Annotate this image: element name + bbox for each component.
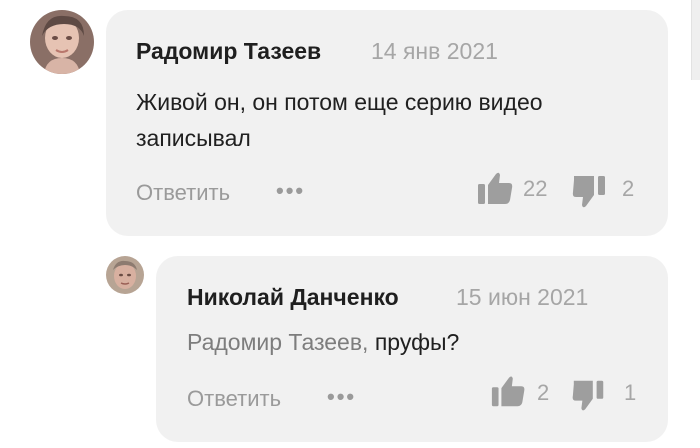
- comment-author[interactable]: Радомир Тазеев: [136, 38, 321, 65]
- more-icon[interactable]: •••: [327, 384, 356, 410]
- reply-button[interactable]: Ответить: [187, 386, 281, 412]
- comment-text-line: записывал: [136, 125, 251, 151]
- dislike-count: 2: [622, 176, 635, 201]
- comment-author[interactable]: Николай Данченко: [187, 284, 399, 311]
- comment-text: Живой он, он потом еще серию видео запис…: [136, 84, 543, 156]
- thumbs-up-icon[interactable]: [490, 372, 528, 410]
- reply-button[interactable]: Ответить: [136, 180, 230, 206]
- mention-link[interactable]: Радомир Тазеев,: [187, 329, 368, 355]
- more-icon[interactable]: •••: [276, 178, 305, 204]
- thumbs-down-icon[interactable]: [570, 375, 608, 413]
- avatar[interactable]: [30, 10, 94, 74]
- comment-date: 14 янв 2021: [371, 38, 498, 64]
- thumbs-up-icon[interactable]: [476, 168, 516, 208]
- dislike-count: 1: [624, 380, 637, 405]
- comment-date: 15 июн 2021: [456, 284, 589, 310]
- comment-text: Радомир Тазеев, пруфы?: [187, 324, 459, 360]
- like-count: 22: [523, 176, 548, 201]
- comment-text-line: Живой он, он потом еще серию видео: [136, 89, 543, 115]
- like-count: 2: [537, 380, 550, 405]
- avatar[interactable]: [106, 256, 144, 294]
- comment-text-body: пруфы?: [368, 329, 460, 355]
- thumbs-down-icon[interactable]: [570, 170, 610, 210]
- scrollbar[interactable]: [691, 0, 700, 80]
